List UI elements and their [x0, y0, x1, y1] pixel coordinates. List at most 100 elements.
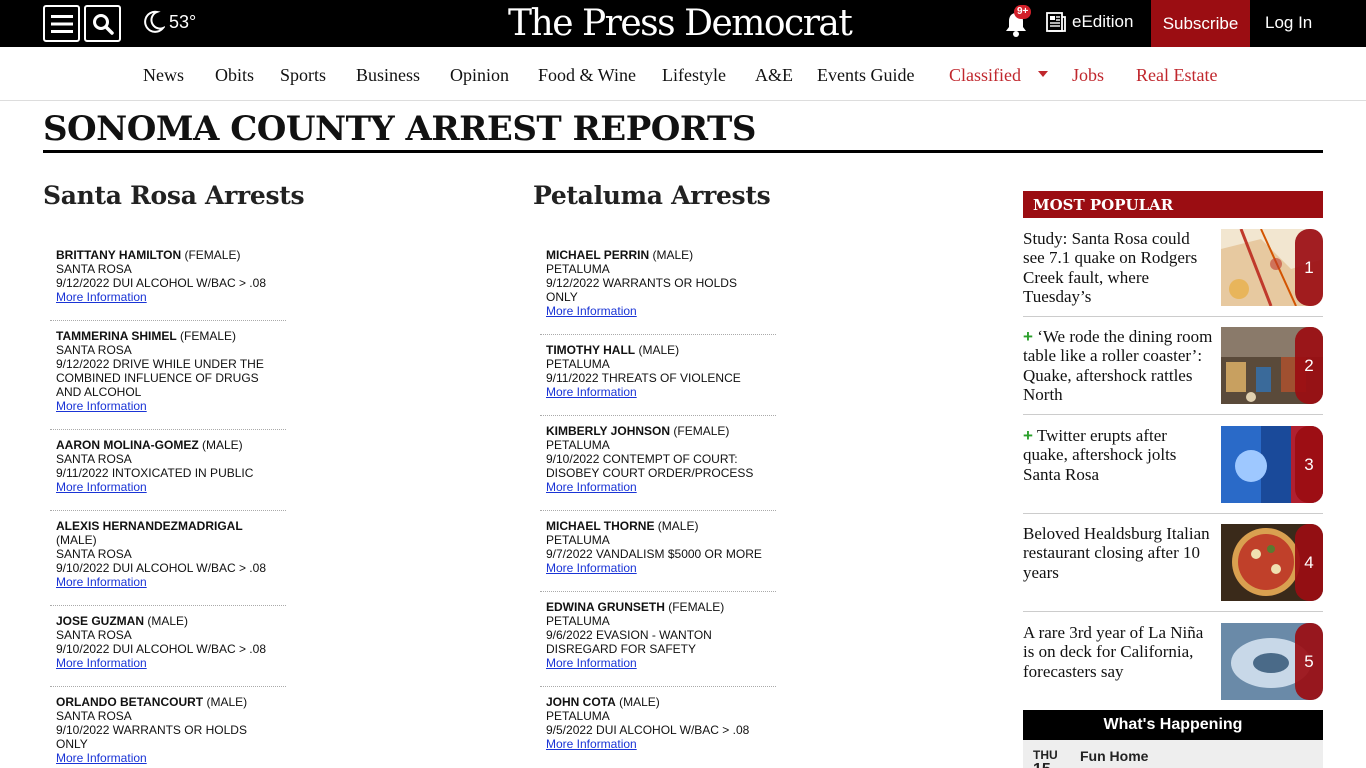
nav-item-classified[interactable]: Classified [949, 65, 1021, 86]
moon-icon [144, 10, 165, 33]
eedition-label: eEdition [1072, 12, 1134, 31]
story-thumbnail-photo[interactable]: 5 [1221, 623, 1323, 700]
most-popular-item[interactable]: A rare 3rd year of La Niña is on deck fo… [1023, 623, 1323, 703]
story-headline: Twitter erupts after quake, aftershock j… [1023, 426, 1177, 484]
arrestee-name: KIMBERLY JOHNSON [546, 424, 671, 438]
more-information-link[interactable]: More Information [546, 737, 770, 751]
more-information-link[interactable]: More Information [546, 656, 770, 670]
search-icon [92, 13, 114, 35]
arrest-charge: 9/10/2022 DUI ALCOHOL W/BAC > .08 [56, 561, 266, 575]
arrest-charge: 9/10/2022 WARRANTS OR HOLDS ONLY [56, 723, 247, 751]
most-popular-title[interactable]: Study: Santa Rosa could see 7.1 quake on… [1023, 229, 1213, 306]
most-popular-title[interactable]: + Twitter erupts after quake, aftershock… [1023, 426, 1213, 484]
nav-item-opinion[interactable]: Opinion [450, 65, 509, 86]
event-title[interactable]: Fun Home [1080, 748, 1148, 764]
arrestee-sex: (FEMALE) [668, 600, 725, 614]
arrestee-name: JOSE GUZMAN [56, 614, 145, 628]
arrest-charge: 9/12/2022 DRIVE WHILE UNDER THE COMBINED… [56, 357, 264, 399]
arrest-item: ORLANDO BETANCOURT (MALE) SANTA ROSA 9/1… [50, 687, 286, 768]
arrest-city: SANTA ROSA [56, 343, 132, 357]
more-information-link[interactable]: More Information [546, 304, 770, 318]
subscribe-button[interactable]: Subscribe [1151, 0, 1250, 47]
login-link[interactable]: Log In [1265, 13, 1312, 33]
whats-happening-heading: What's Happening [1023, 710, 1323, 740]
eedition-link[interactable]: eEdition [1045, 11, 1133, 33]
most-popular-title[interactable]: Beloved Healdsburg Italian restaurant cl… [1023, 524, 1213, 582]
arrest-item: KIMBERLY JOHNSON (FEMALE) PETALUMA 9/10/… [540, 416, 776, 511]
most-popular-item[interactable]: Beloved Healdsburg Italian restaurant cl… [1023, 524, 1323, 612]
story-headline: Study: Santa Rosa could see 7.1 quake on… [1023, 229, 1198, 306]
arrestee-name: ORLANDO BETANCOURT [56, 695, 204, 709]
chevron-down-icon[interactable] [1038, 71, 1048, 77]
arrestee-name: MICHAEL THORNE [546, 519, 655, 533]
nav-item-obits[interactable]: Obits [215, 65, 254, 86]
arrestee-sex: (FEMALE) [673, 424, 730, 438]
search-button[interactable] [84, 5, 121, 42]
most-popular-item[interactable]: + ‘We rode the dining room table like a … [1023, 327, 1323, 415]
arrest-item: MICHAEL PERRIN (MALE) PETALUMA 9/12/2022… [540, 240, 776, 335]
nav-item-sports[interactable]: Sports [280, 65, 326, 86]
more-information-link[interactable]: More Information [56, 290, 280, 304]
arrestee-sex: (FEMALE) [184, 248, 241, 262]
arrest-item: JOSE GUZMAN (MALE) SANTA ROSA 9/10/2022 … [50, 606, 286, 687]
story-thumbnail-photo[interactable]: 3 [1221, 426, 1323, 503]
most-popular-item[interactable]: Study: Santa Rosa could see 7.1 quake on… [1023, 229, 1323, 317]
more-information-link[interactable]: More Information [56, 399, 280, 413]
arrest-charge: 9/7/2022 VANDALISM $5000 OR MORE [546, 547, 762, 561]
more-information-link[interactable]: More Information [56, 480, 280, 494]
most-popular-item[interactable]: + Twitter erupts after quake, aftershock… [1023, 426, 1323, 514]
weather-widget[interactable]: 53° [143, 10, 196, 34]
event-item[interactable]: THU 15 Fun Home [1023, 740, 1323, 768]
arrestee-name: MICHAEL PERRIN [546, 248, 650, 262]
arrest-charge: 9/6/2022 EVASION - WANTON DISREGARD FOR … [546, 628, 712, 656]
more-information-link[interactable]: More Information [546, 385, 770, 399]
title-divider [43, 150, 1323, 153]
arrest-city: PETALUMA [546, 262, 610, 276]
nav-item-ae[interactable]: A&E [755, 65, 793, 86]
more-information-link[interactable]: More Information [56, 751, 280, 765]
arrest-city: SANTA ROSA [56, 709, 132, 723]
arrestee-name: TIMOTHY HALL [546, 343, 636, 357]
rank-badge: 3 [1295, 426, 1323, 503]
arrest-item: MICHAEL THORNE (MALE) PETALUMA 9/7/2022 … [540, 511, 776, 592]
rank-badge: 4 [1295, 524, 1323, 601]
nav-item-news[interactable]: News [143, 65, 184, 86]
more-information-link[interactable]: More Information [546, 480, 770, 494]
arrestee-sex: (MALE) [619, 695, 660, 709]
arrest-item: BRITTANY HAMILTON (FEMALE) SANTA ROSA 9/… [50, 240, 286, 321]
arrest-charge: 9/10/2022 CONTEMPT OF COURT: DISOBEY COU… [546, 452, 754, 480]
arrest-item: TIMOTHY HALL (MALE) PETALUMA 9/11/2022 T… [540, 335, 776, 416]
arrest-item: AARON MOLINA-GOMEZ (MALE) SANTA ROSA 9/1… [50, 430, 286, 511]
story-thumbnail-photo[interactable]: 2 [1221, 327, 1323, 404]
arrest-item: TAMMERINA SHIMEL (FEMALE) SANTA ROSA 9/1… [50, 321, 286, 430]
arrest-charge: 9/5/2022 DUI ALCOHOL W/BAC > .08 [546, 723, 750, 737]
nav-item-real-estate[interactable]: Real Estate [1136, 65, 1217, 86]
most-popular-title[interactable]: + ‘We rode the dining room table like a … [1023, 327, 1213, 404]
arrest-city: PETALUMA [546, 438, 610, 452]
temperature: 53° [169, 11, 197, 32]
rank-badge: 5 [1295, 623, 1323, 700]
story-headline: A rare 3rd year of La Niña is on deck fo… [1023, 623, 1204, 681]
nav-item-food-wine[interactable]: Food & Wine [538, 65, 636, 86]
arrest-charge: 9/12/2022 DUI ALCOHOL W/BAC > .08 [56, 276, 266, 290]
nav-item-business[interactable]: Business [356, 65, 420, 86]
petaluma-heading: Petaluma Arrests [533, 181, 771, 210]
story-thumbnail-map[interactable]: 1 [1221, 229, 1323, 306]
site-logo[interactable]: The Press Democrat [508, 0, 853, 47]
nav-item-jobs[interactable]: Jobs [1072, 65, 1104, 86]
story-headline: ‘We rode the dining room table like a ro… [1023, 327, 1213, 404]
more-information-link[interactable]: More Information [56, 656, 280, 670]
arrest-city: SANTA ROSA [56, 452, 132, 466]
more-information-link[interactable]: More Information [546, 561, 770, 575]
story-headline: Beloved Healdsburg Italian restaurant cl… [1023, 524, 1210, 582]
arrestee-name: EDWINA GRUNSETH [546, 600, 665, 614]
menu-button[interactable] [43, 5, 80, 42]
nav-item-events-guide[interactable]: Events Guide [817, 65, 914, 86]
arrestee-name: JOHN COTA [546, 695, 616, 709]
arrest-charge: 9/11/2022 THREATS OF VIOLENCE [546, 371, 741, 385]
nav-item-lifestyle[interactable]: Lifestyle [662, 65, 726, 86]
story-thumbnail-photo[interactable]: 4 [1221, 524, 1323, 601]
page-title: SONOMA COUNTY ARREST REPORTS [43, 109, 756, 149]
more-information-link[interactable]: More Information [56, 575, 280, 589]
most-popular-title[interactable]: A rare 3rd year of La Niña is on deck fo… [1023, 623, 1213, 681]
